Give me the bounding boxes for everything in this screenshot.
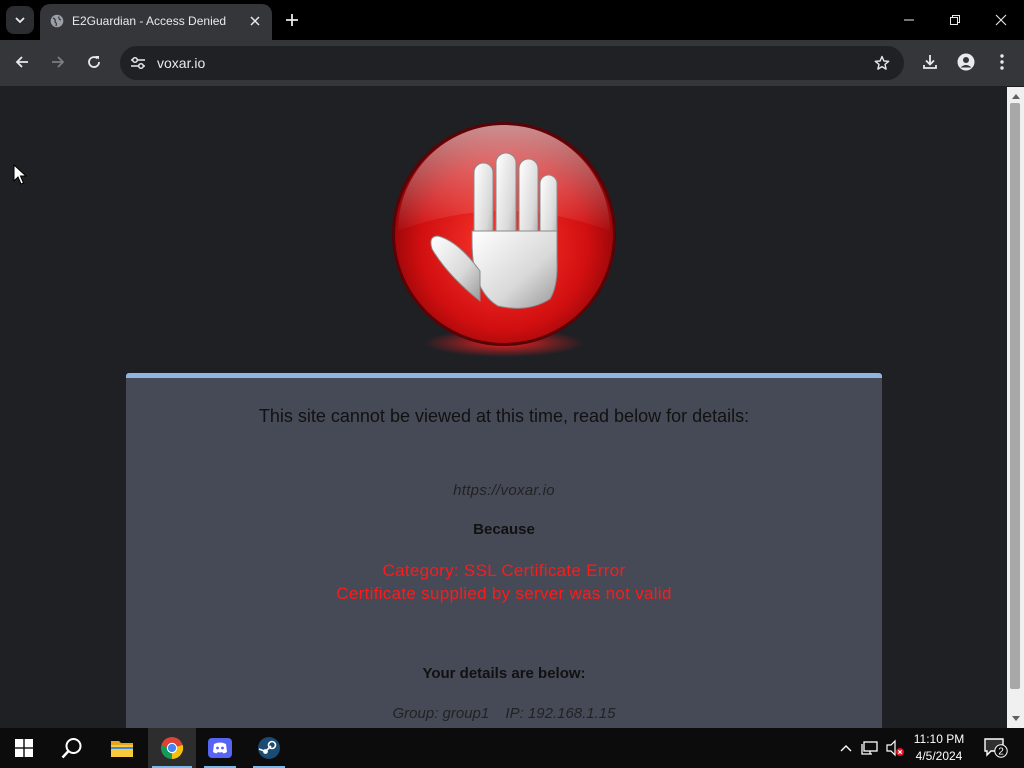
downloads-button[interactable] — [915, 47, 945, 77]
system-clock[interactable]: 11:10 PM 4/5/2024 — [904, 731, 974, 765]
new-tab-button[interactable] — [280, 8, 304, 32]
forward-button[interactable] — [43, 47, 73, 77]
profile-icon — [957, 53, 975, 71]
network-button[interactable] — [860, 738, 880, 758]
steam-taskbar-button[interactable] — [245, 728, 293, 768]
because-label: Because — [473, 521, 535, 538]
page-viewport: This site cannot be viewed at this time,… — [0, 87, 1007, 728]
access-denied-panel: This site cannot be viewed at this time,… — [126, 373, 882, 728]
mouse-cursor-icon — [13, 164, 27, 185]
caret-down-icon — [1011, 716, 1020, 721]
star-icon — [874, 55, 890, 70]
caret-up-icon — [1011, 94, 1020, 99]
profile-button[interactable] — [951, 47, 981, 77]
tab-close-button[interactable] — [246, 12, 264, 30]
browser-toolbar: voxar.io — [0, 40, 1024, 87]
user-details: Group: group1 IP: 192.168.1.15 — [126, 705, 882, 722]
group-text: Group: group1 — [392, 705, 490, 722]
arrow-left-icon — [15, 56, 28, 68]
speaker-muted-icon — [886, 739, 904, 757]
menu-button[interactable] — [987, 47, 1017, 77]
search-icon — [61, 738, 82, 759]
scrollbar-thumb[interactable] — [1010, 103, 1020, 689]
discord-taskbar-button[interactable] — [196, 728, 244, 768]
chrome-taskbar-button[interactable] — [148, 728, 196, 768]
chevron-down-icon — [15, 17, 25, 24]
search-button[interactable] — [48, 728, 96, 768]
restore-icon — [950, 15, 960, 25]
blocked-url: https://voxar.io — [453, 482, 555, 499]
tune-icon — [131, 56, 145, 70]
download-icon — [923, 55, 937, 69]
tab-search-button[interactable] — [6, 6, 34, 34]
reload-icon — [88, 56, 100, 68]
notification-center-button[interactable]: 2 — [982, 738, 1010, 758]
notification-icon: 2 — [984, 738, 1008, 758]
scroll-down-button[interactable] — [1007, 712, 1024, 726]
discord-icon — [208, 738, 232, 758]
browser-tab[interactable]: E2Guardian - Access Denied — [40, 4, 272, 40]
notification-count: 2 — [998, 747, 1004, 758]
close-window-button[interactable] — [978, 0, 1024, 40]
show-hidden-icons-button[interactable] — [836, 738, 856, 758]
arrow-right-icon — [52, 56, 65, 68]
ip-text: IP: 192.168.1.15 — [505, 705, 616, 722]
page-heading: This site cannot be viewed at this time,… — [258, 406, 750, 426]
address-bar[interactable]: voxar.io — [120, 46, 904, 80]
browser-titlebar: E2Guardian - Access Denied — [0, 0, 1024, 40]
windows-taskbar: 11:10 PM 4/5/2024 2 — [0, 728, 1024, 768]
network-icon — [861, 741, 878, 755]
chrome-icon — [161, 737, 184, 759]
chevron-up-icon — [840, 745, 852, 752]
url-text[interactable]: voxar.io — [157, 55, 205, 71]
windows-logo-icon — [15, 739, 33, 757]
clock-date: 4/5/2024 — [915, 749, 963, 763]
clock-time: 11:10 PM — [913, 732, 965, 746]
details-title: Your details are below: — [422, 665, 586, 682]
restore-button[interactable] — [932, 0, 978, 40]
back-button[interactable] — [7, 47, 37, 77]
file-explorer-icon — [111, 741, 133, 757]
close-icon — [250, 16, 260, 26]
more-vertical-icon — [1000, 54, 1004, 70]
vertical-scrollbar[interactable] — [1007, 87, 1024, 728]
tab-title: E2Guardian - Access Denied — [72, 14, 227, 28]
volume-button[interactable] — [885, 738, 905, 758]
start-button[interactable] — [0, 728, 48, 768]
reason-category: Category: SSL Certificate Error — [382, 561, 626, 580]
globe-icon — [50, 14, 64, 28]
reload-button[interactable] — [79, 47, 109, 77]
reason-detail: Certificate supplied by server was not v… — [336, 584, 672, 603]
minimize-icon — [904, 19, 914, 21]
steam-icon — [258, 737, 280, 759]
scroll-up-button[interactable] — [1007, 89, 1024, 103]
bookmark-button[interactable] — [872, 53, 892, 73]
close-icon — [995, 14, 1007, 26]
file-explorer-button[interactable] — [98, 728, 146, 768]
minimize-button[interactable] — [886, 0, 932, 40]
stop-hand-icon — [392, 122, 616, 357]
plus-icon — [286, 14, 298, 26]
site-info-button[interactable] — [126, 51, 150, 75]
